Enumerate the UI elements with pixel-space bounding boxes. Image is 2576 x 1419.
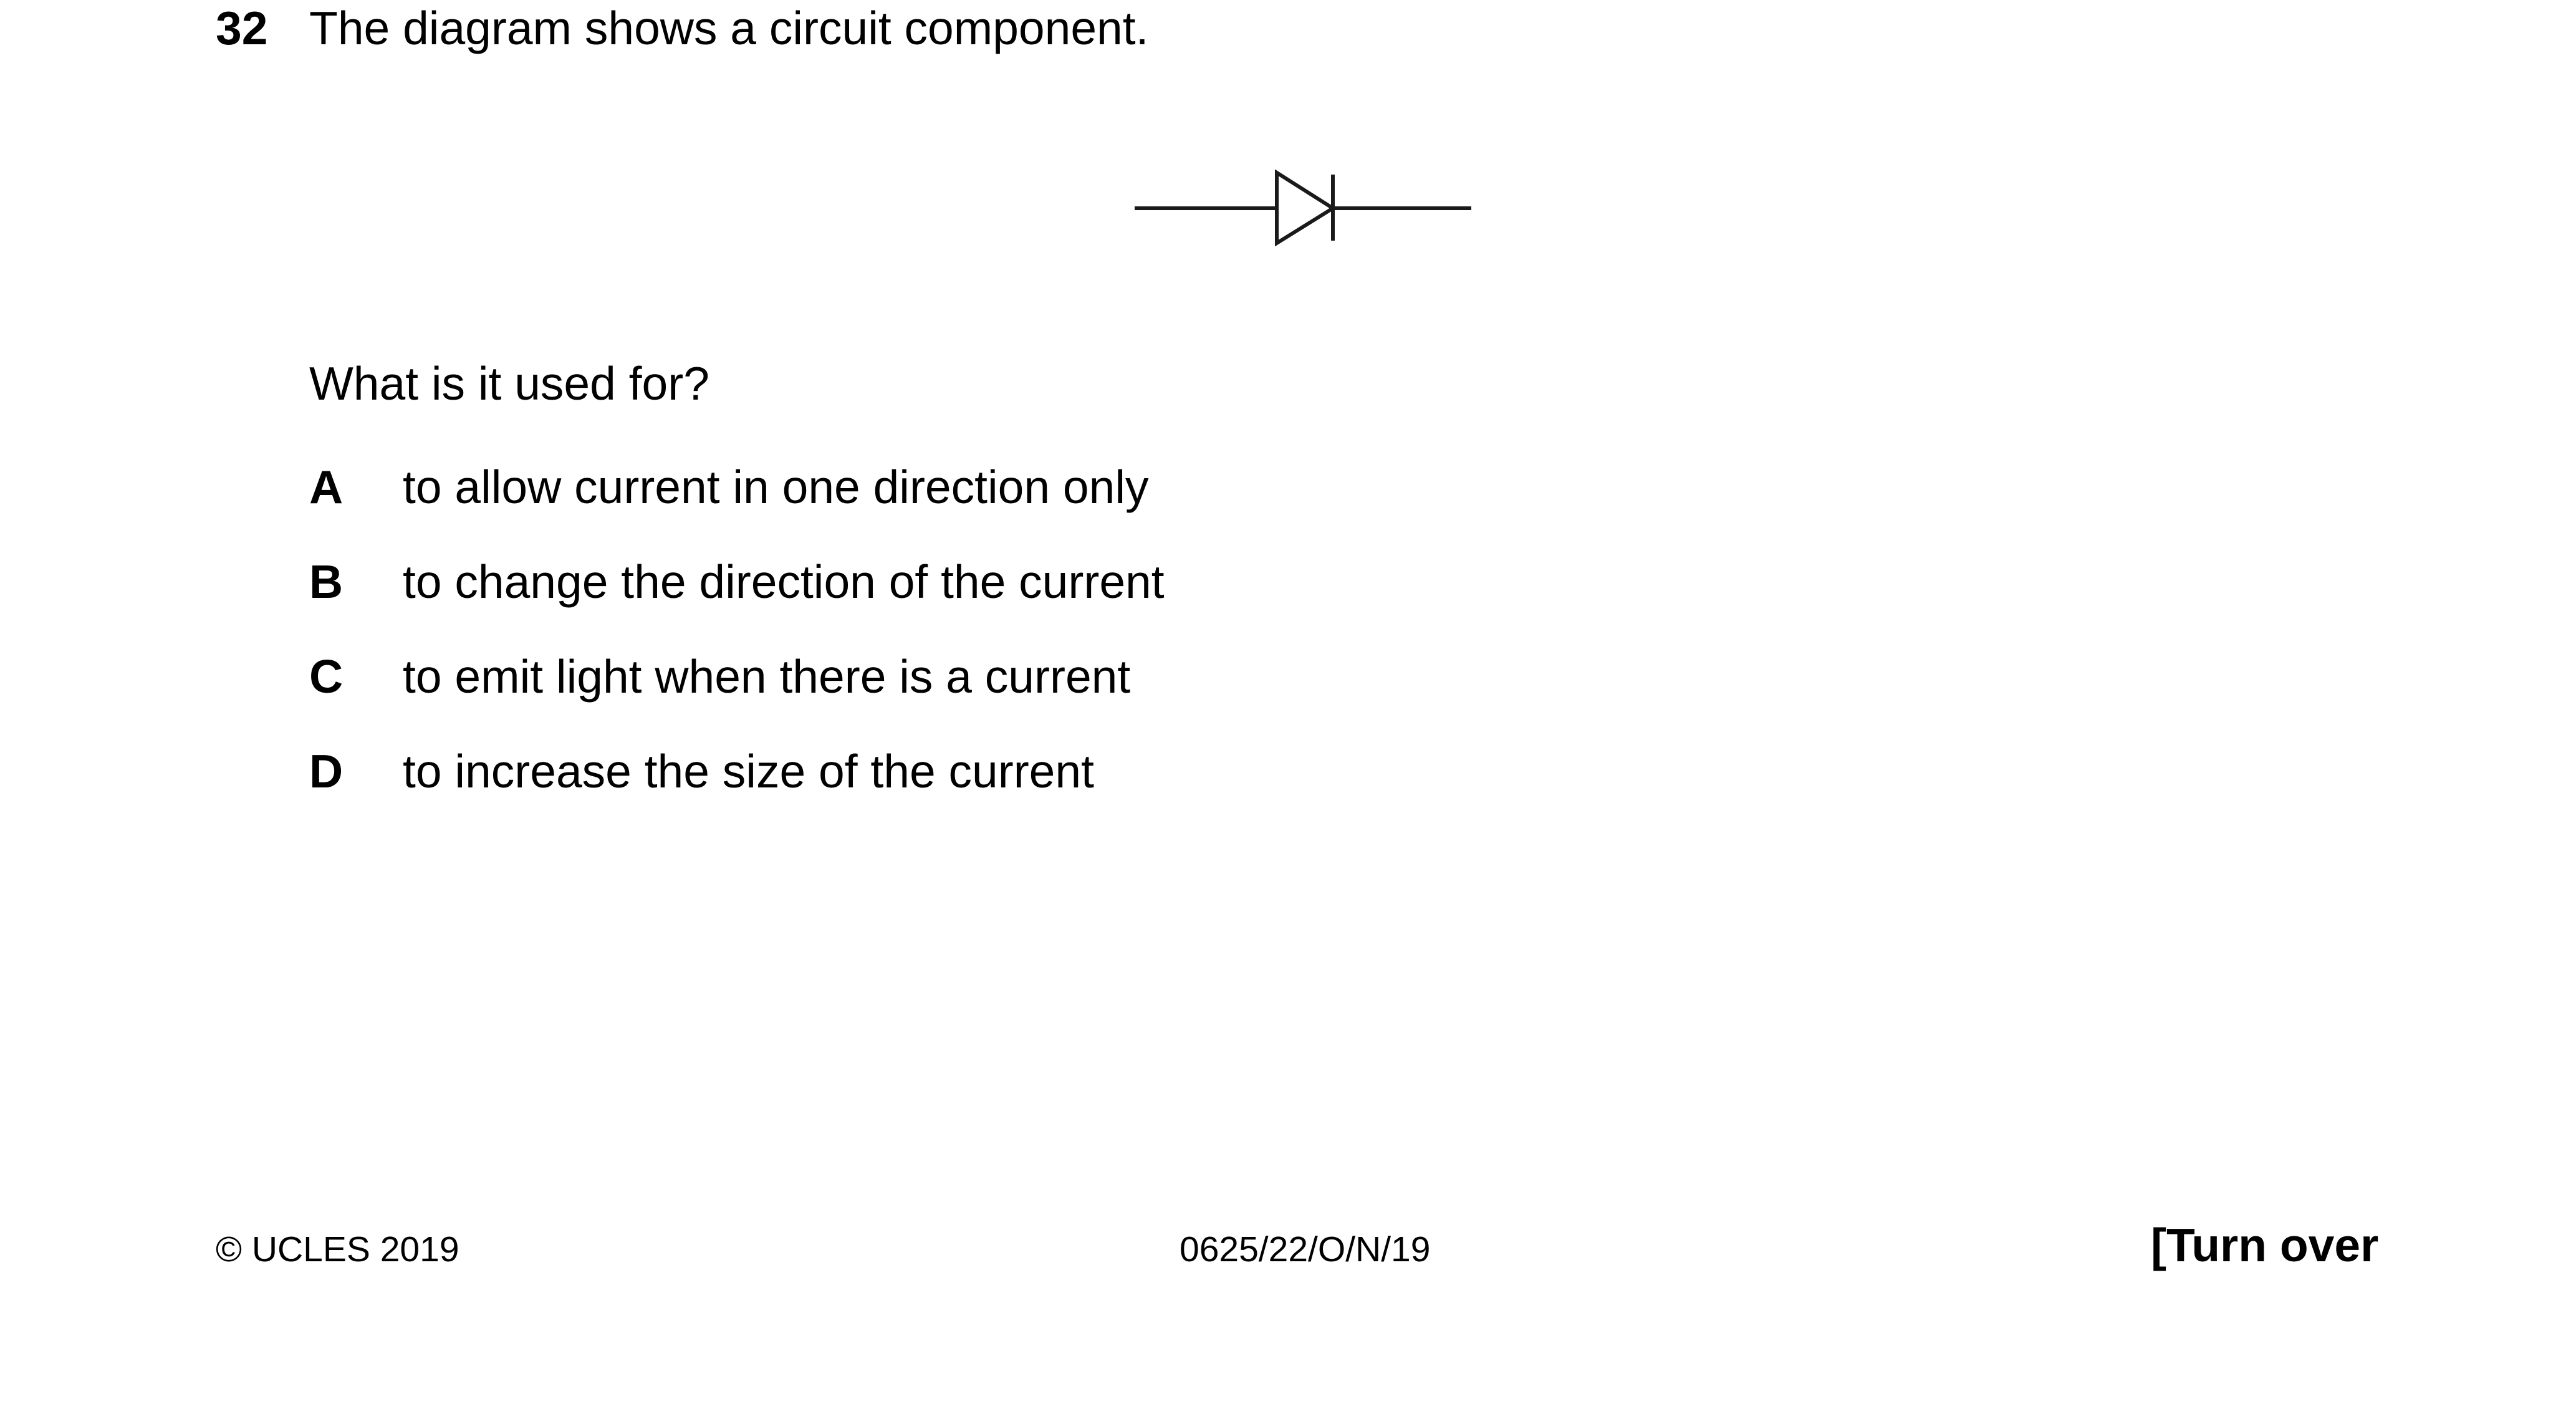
option-letter: B <box>309 556 344 608</box>
diode-symbol-icon <box>1135 169 1471 247</box>
option-b[interactable]: Bto change the direction of the current <box>309 559 1165 605</box>
option-text: to change the direction of the current <box>403 556 1165 608</box>
option-letter: A <box>309 461 344 513</box>
option-letter: D <box>309 745 344 797</box>
footer-turn-over: [Turn over <box>2151 1219 2379 1271</box>
option-d[interactable]: Dto increase the size of the current <box>309 748 1094 795</box>
option-a[interactable]: Ato allow current in one direction only <box>309 464 1148 511</box>
option-letter: C <box>309 650 344 703</box>
footer-copyright: © UCLES 2019 <box>216 1229 459 1269</box>
option-c[interactable]: Cto emit light when there is a current <box>309 653 1130 700</box>
option-text: to emit light when there is a current <box>403 650 1131 703</box>
question-stem: The diagram shows a circuit component. <box>309 2 1149 54</box>
option-text: to allow current in one direction only <box>403 461 1149 513</box>
option-text: to increase the size of the current <box>403 745 1094 797</box>
footer-paper-code: 0625/22/O/N/19 <box>1180 1229 1431 1269</box>
question-prompt: What is it used for? <box>309 357 709 410</box>
question-number: 32 <box>216 2 268 54</box>
